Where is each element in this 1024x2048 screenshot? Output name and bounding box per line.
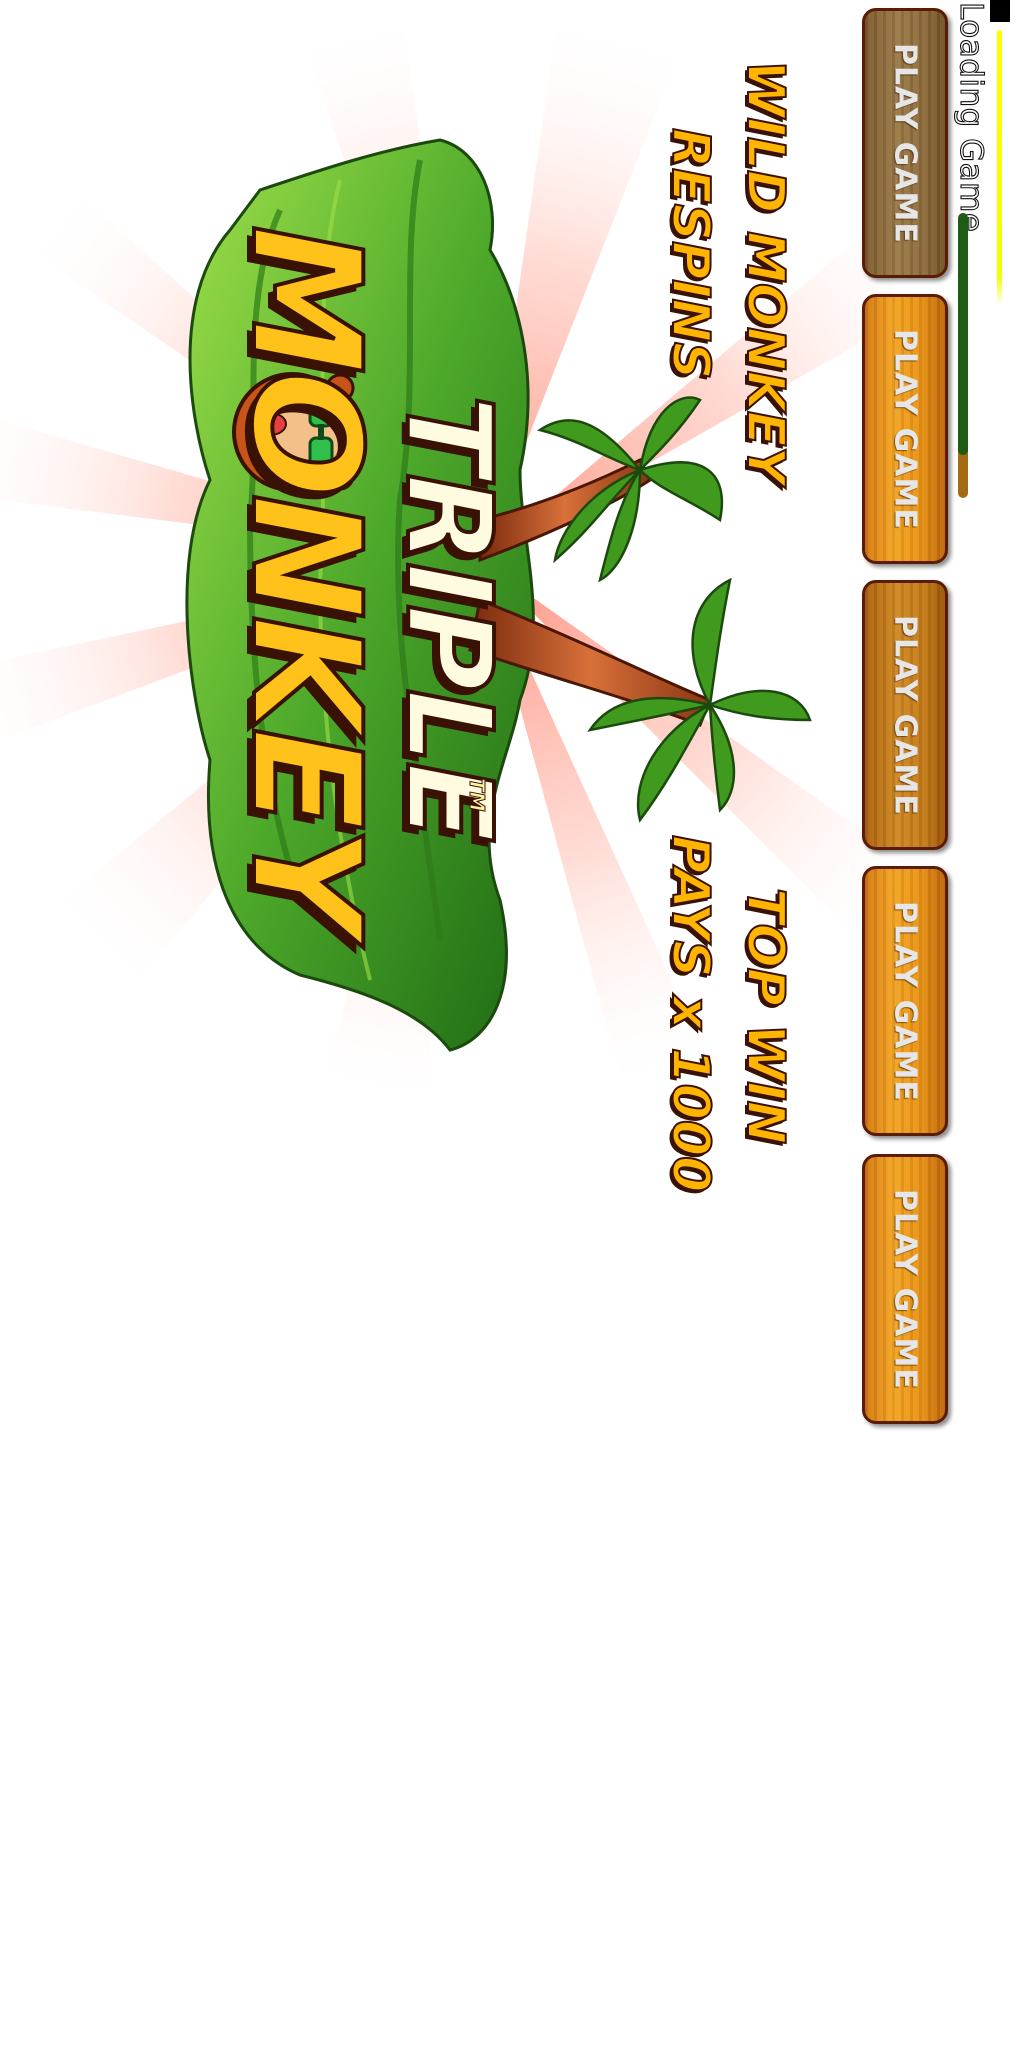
play-game-label: PLAY GAME: [887, 614, 923, 816]
play-game-label: PLAY GAME: [887, 1188, 923, 1390]
play-game-button-1[interactable]: PLAY GAME: [862, 8, 948, 278]
play-game-label: PLAY GAME: [887, 42, 923, 244]
logo-title-monkey: MONKEY: [216, 223, 394, 933]
loading-progress-bar: [958, 213, 968, 498]
play-game-button-2[interactable]: PLAY GAME: [862, 294, 948, 564]
loading-indicator-bar: [997, 30, 1002, 305]
promo-pays-multiplier: PAYS x 1000: [659, 834, 721, 1193]
play-game-label: PLAY GAME: [887, 328, 923, 530]
promo-respins: RESPINS: [659, 127, 721, 380]
play-game-button-3[interactable]: PLAY GAME: [862, 580, 948, 850]
promo-top-win: TOP WIN: [734, 887, 796, 1145]
logo-title-triple: TRIPLE: [378, 393, 520, 843]
play-game-label: PLAY GAME: [887, 900, 923, 1102]
play-game-button-5[interactable]: PLAY GAME: [862, 1154, 948, 1424]
logo-trademark: TM: [465, 778, 490, 813]
loading-progress-fill: [958, 213, 968, 456]
promo-wild-monkey: WILD MONKEY: [734, 59, 796, 485]
corner-marker: [990, 0, 1010, 22]
play-game-button-4[interactable]: PLAY GAME: [862, 866, 948, 1136]
game-loading-screen: TRIPLE MONKEY TM WILD MONKEY RESPINS TOP…: [0, 0, 1024, 2048]
